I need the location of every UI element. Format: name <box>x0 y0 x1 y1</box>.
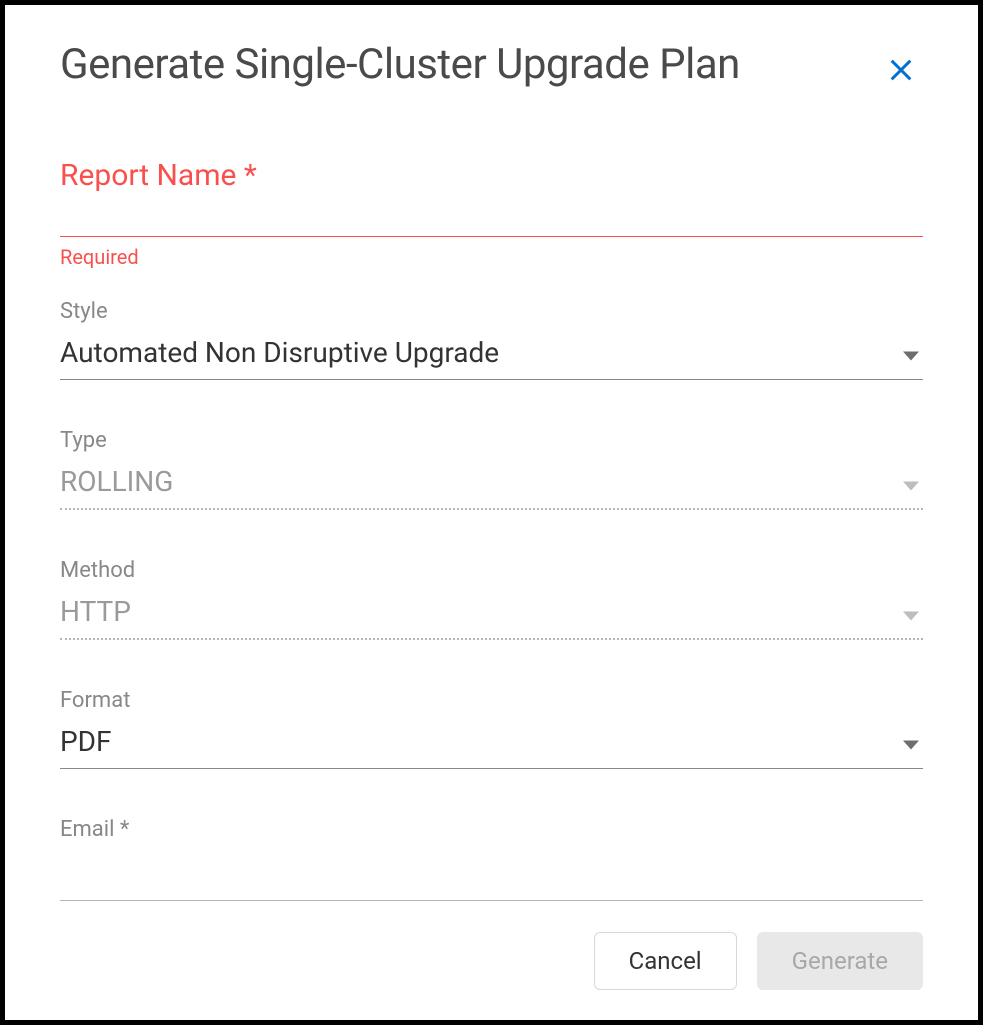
chevron-down-icon <box>903 346 919 365</box>
method-select: HTTP <box>60 589 923 640</box>
method-field: Method HTTP <box>60 558 923 640</box>
type-value: ROLLING <box>60 465 173 498</box>
email-input[interactable] <box>60 848 923 901</box>
format-field: Format PDF <box>60 688 923 769</box>
close-button[interactable] <box>879 48 923 96</box>
chevron-down-icon <box>903 475 919 494</box>
email-label: Email * <box>60 817 923 842</box>
style-value: Automated Non Disruptive Upgrade <box>60 336 499 369</box>
dialog-footer: Cancel Generate <box>60 902 923 990</box>
dialog-title: Generate Single-Cluster Upgrade Plan <box>60 40 740 89</box>
format-label: Format <box>60 688 923 713</box>
close-icon <box>887 69 915 88</box>
format-value: PDF <box>60 725 112 758</box>
style-select[interactable]: Automated Non Disruptive Upgrade <box>60 330 923 380</box>
method-value: HTTP <box>60 595 131 628</box>
method-label: Method <box>60 558 923 583</box>
email-field: Email * <box>60 817 923 901</box>
format-select[interactable]: PDF <box>60 719 923 769</box>
report-name-helper: Required <box>60 245 923 269</box>
form-content: Report Name * Required Style Automated N… <box>60 166 923 902</box>
dialog-header: Generate Single-Cluster Upgrade Plan <box>60 40 923 96</box>
generate-upgrade-plan-dialog: Generate Single-Cluster Upgrade Plan Rep… <box>0 0 983 1025</box>
report-name-input[interactable] <box>60 166 923 237</box>
generate-button: Generate <box>757 932 923 990</box>
chevron-down-icon <box>903 735 919 754</box>
style-label: Style <box>60 299 923 324</box>
report-name-field: Report Name * Required <box>60 166 923 269</box>
type-field: Type ROLLING <box>60 428 923 510</box>
chevron-down-icon <box>903 605 919 624</box>
style-field: Style Automated Non Disruptive Upgrade <box>60 299 923 380</box>
type-label: Type <box>60 428 923 453</box>
cancel-button[interactable]: Cancel <box>594 932 737 990</box>
type-select: ROLLING <box>60 459 923 510</box>
